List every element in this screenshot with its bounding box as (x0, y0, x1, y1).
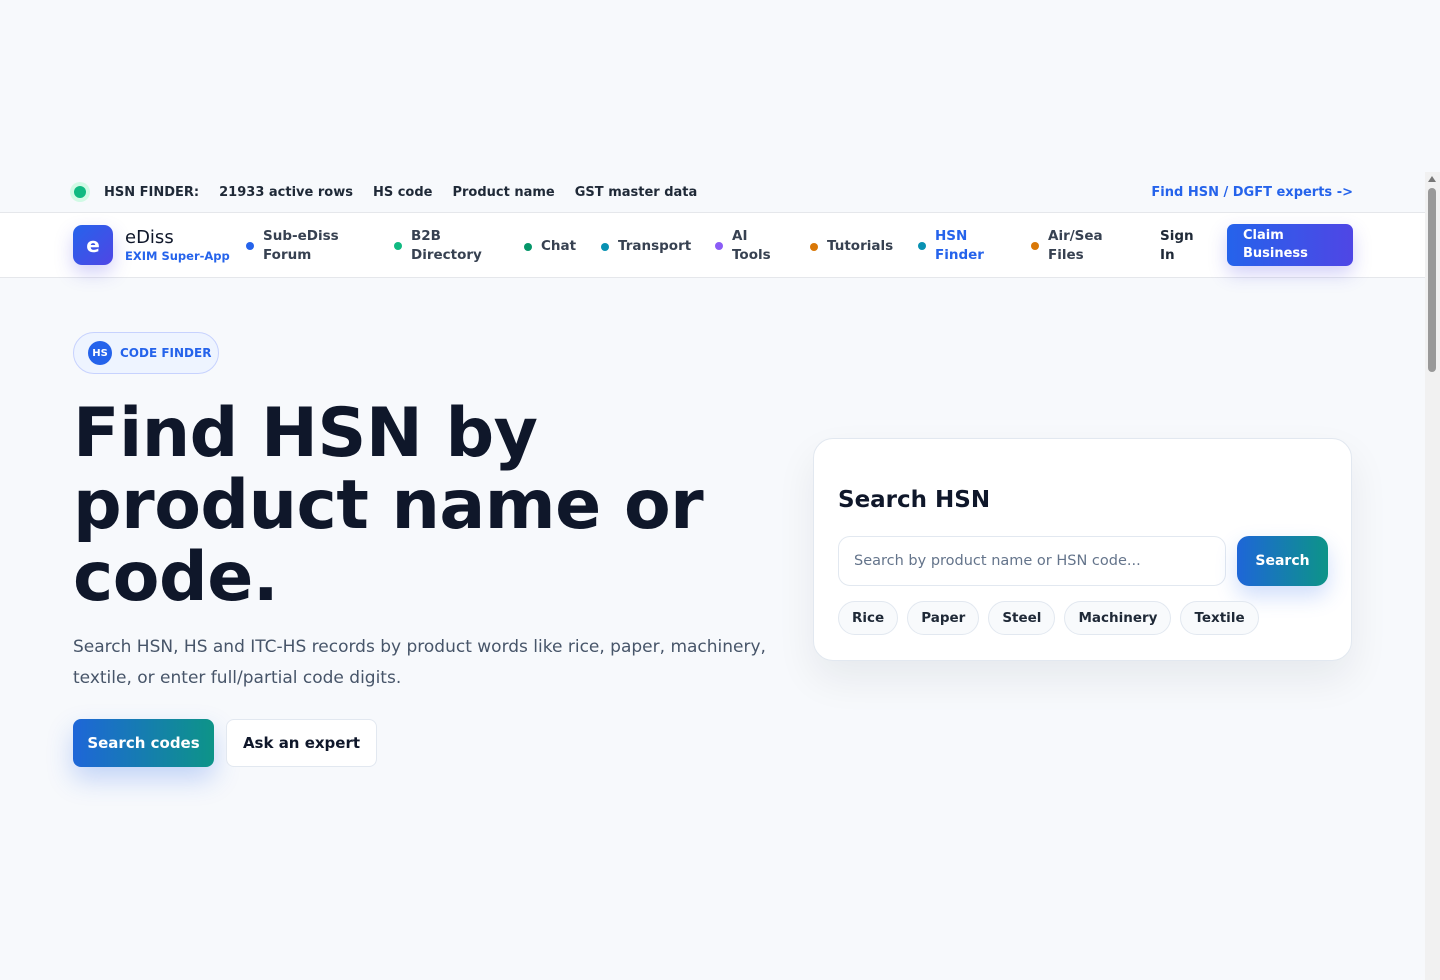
nav-item-chat[interactable]: Chat (524, 237, 576, 256)
info-strip: HSN FINDER: 21933 active rows HS code Pr… (0, 172, 1425, 212)
claim-business-button[interactable]: Claim Business (1227, 224, 1353, 266)
ai-tools-dot-icon (715, 242, 723, 250)
strip-item-active-rows: 21933 active rows (219, 184, 353, 200)
chip-rice[interactable]: Rice (838, 601, 899, 635)
strip-item-gst-master: GST master data (574, 184, 698, 200)
badge-label: CODE FINDER (120, 346, 212, 360)
nav-item-air-sea-files[interactable]: Air/Sea Files (1031, 227, 1126, 265)
strip-item-hs-code: HS code (372, 184, 433, 200)
hsn-search-input[interactable] (838, 536, 1226, 586)
nav-item-hsn-finder[interactable]: HSN Finder (918, 227, 998, 265)
strip-label: HSN FINDER: (104, 184, 200, 200)
nav-label: AI Tools (732, 228, 771, 263)
nav-label: Transport (618, 238, 692, 254)
hs-badge-icon: HS (88, 341, 112, 365)
directory-dot-icon (394, 242, 402, 250)
brand-tagline: EXIM Super-App (125, 249, 230, 263)
forum-dot-icon (246, 242, 254, 250)
nav-item-b2b-directory[interactable]: B2B Directory (394, 227, 494, 265)
tutorials-dot-icon (810, 242, 818, 251)
find-experts-link[interactable]: Find HSN / DGFT experts -> (1151, 185, 1353, 200)
nav-label: Air/Sea Files (1048, 228, 1103, 263)
chip-steel[interactable]: Steel (988, 601, 1056, 635)
brand-name: eDiss (125, 227, 174, 248)
page-scrollbar[interactable] (1425, 172, 1440, 980)
search-hsn-card: Search HSN Search Rice Paper Steel Machi… (813, 438, 1352, 661)
air-sea-dot-icon (1031, 242, 1039, 250)
sign-in-link[interactable]: Sign In (1160, 227, 1204, 265)
main-navbar: e eDiss EXIM Super-App Sub-eDiss Forum B… (0, 212, 1425, 278)
transport-dot-icon (601, 242, 609, 251)
nav-label: HSN Finder (935, 228, 984, 263)
scroll-up-arrow-icon[interactable] (1428, 176, 1436, 182)
strip-item-product-name: Product name (452, 184, 555, 200)
suggestion-chips: Rice Paper Steel Machinery Textile (838, 601, 1268, 635)
hero-description: Search HSN, HS and ITC-HS records by pro… (73, 637, 766, 688)
search-codes-button[interactable]: Search codes (73, 719, 214, 767)
nav-label: Chat (541, 238, 577, 254)
code-finder-badge: HS CODE FINDER (73, 332, 219, 374)
ask-expert-button[interactable]: Ask an expert (226, 719, 377, 767)
nav-item-ai-tools[interactable]: AI Tools (715, 227, 785, 265)
brand-logo: e (73, 225, 113, 265)
hsn-finder-dot-icon (918, 242, 926, 250)
nav-label: Tutorials (827, 238, 894, 254)
live-status-dot-icon (74, 186, 86, 198)
chip-paper[interactable]: Paper (907, 601, 980, 635)
scroll-thumb[interactable] (1428, 188, 1436, 372)
chat-dot-icon (524, 242, 532, 251)
card-title: Search HSN (838, 487, 991, 513)
nav-item-tutorials[interactable]: Tutorials (810, 237, 893, 256)
nav-label: Sub-eDiss Forum (263, 228, 339, 263)
nav-label: B2B Directory (411, 228, 482, 263)
nav-item-transport[interactable]: Transport (601, 237, 691, 256)
chip-machinery[interactable]: Machinery (1064, 601, 1172, 635)
page-title: Find HSN by product name or code. (73, 394, 704, 617)
chip-textile[interactable]: Textile (1180, 601, 1259, 635)
nav-item-sub-ediss-forum[interactable]: Sub-eDiss Forum (246, 227, 376, 265)
search-button[interactable]: Search (1237, 536, 1328, 586)
brand[interactable]: e eDiss EXIM Super-App (73, 225, 230, 265)
